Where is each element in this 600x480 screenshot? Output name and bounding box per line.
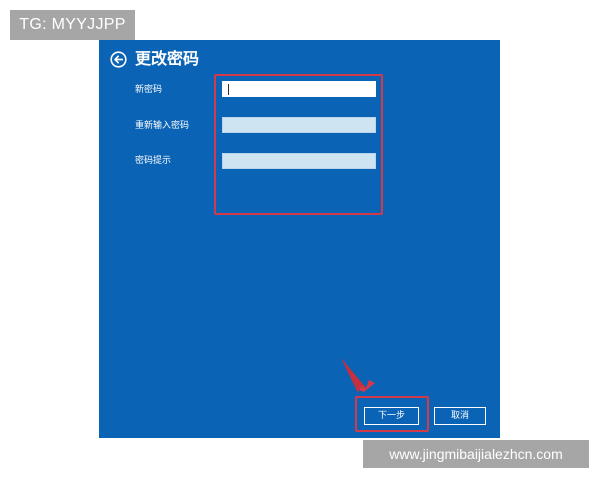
fields-highlight-box (214, 74, 383, 215)
arrow-left-circle-icon (110, 51, 127, 68)
new-password-label: 新密码 (135, 85, 163, 95)
next-button[interactable]: 下一步 (364, 407, 419, 425)
tg-watermark: TG: MYYJJPP (10, 10, 135, 40)
back-button[interactable] (110, 51, 127, 68)
password-hint-label: 密码提示 (135, 156, 172, 166)
cancel-button[interactable]: 取消 (434, 407, 486, 425)
confirm-password-label: 重新输入密码 (135, 121, 190, 131)
page-title: 更改密码 (135, 49, 200, 68)
url-watermark: www.jingmibaijialezhcn.com (363, 440, 589, 468)
change-password-dialog: 更改密码 新密码 重新输入密码 密码提示 下一步 取消 (99, 40, 500, 438)
